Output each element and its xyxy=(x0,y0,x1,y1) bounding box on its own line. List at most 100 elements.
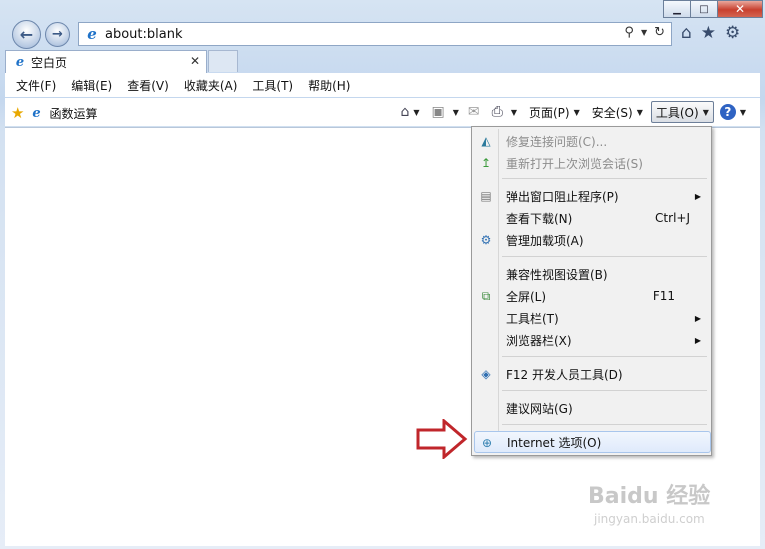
command-bar: ★ e 函数运算 ⌂ ▼ ▣ ▼ ✉ ⎙ ▼ 页面(P) ▼ 安全(S) ▼ 工具(O) ▼… xyxy=(5,98,760,126)
chevron-down-icon: ▼ xyxy=(573,107,580,117)
menu-separator xyxy=(502,256,707,257)
home-button[interactable]: ⌂ ▼ xyxy=(400,104,419,120)
home-icon[interactable]: ⌂ xyxy=(681,23,692,43)
chevron-down-icon: ▼ xyxy=(702,107,709,117)
tools-menu-button[interactable]: 工具(O) ▼ xyxy=(650,101,714,123)
page-label: 页面(P) xyxy=(528,105,570,120)
menu-item-label: F12 开发人员工具(D) xyxy=(506,367,623,382)
chevron-down-icon: ▼ xyxy=(413,107,420,117)
browser-icons: ⌂ ★ ⚙ xyxy=(681,23,740,43)
mail-button[interactable]: ✉ xyxy=(468,104,480,120)
menu-separator xyxy=(502,390,707,391)
safety-menu-button[interactable]: 安全(S) ▼ xyxy=(592,104,643,121)
dropdown-icon[interactable]: ▼ xyxy=(641,28,647,40)
devtools-icon: ◈ xyxy=(481,367,491,381)
printer-icon: ⎙ xyxy=(491,104,503,120)
rss-feed-icon: ▣ xyxy=(431,104,445,120)
help-icon: ? xyxy=(719,104,736,120)
menu-item-label: 浏览器栏(X) xyxy=(506,333,572,348)
help-button[interactable]: ? ▼ xyxy=(719,104,746,120)
menu-item-compat-view[interactable]: 兼容性视图设置(B) xyxy=(474,263,709,285)
menu-item-label: 管理加载项(A) xyxy=(506,233,584,248)
chevron-down-icon: ▼ xyxy=(452,107,459,117)
shortcut-label: Ctrl+J xyxy=(655,211,690,225)
tab-title: 空白页 xyxy=(31,55,68,70)
favorite-link[interactable]: 函数运算 xyxy=(49,105,97,122)
menu-item-label: 修复连接问题(C)... xyxy=(506,134,608,149)
annotation-arrow-icon xyxy=(416,419,468,459)
menu-item-dev-tools[interactable]: ◈ F12 开发人员工具(D) xyxy=(474,363,709,385)
menu-item-fix-connection[interactable]: ◭ 修复连接问题(C)... xyxy=(474,130,709,152)
menu-item-label: 全屏(L) xyxy=(506,289,547,304)
add-favorite-star-icon[interactable]: ★ xyxy=(11,104,24,122)
print-button[interactable]: ⎙ ▼ xyxy=(492,104,517,120)
tools-label: 工具(O) xyxy=(655,105,699,120)
tab-close-icon[interactable]: ✕ xyxy=(190,54,200,68)
menu-item-fullscreen[interactable]: ⧉ 全屏(L) F11 xyxy=(474,285,709,307)
new-tab-button[interactable] xyxy=(208,50,238,72)
submenu-arrow-icon: ▶ xyxy=(694,335,701,345)
submenu-arrow-icon: ▶ xyxy=(694,191,701,201)
menu-item-explorer-bars[interactable]: 浏览器栏(X) ▶ xyxy=(474,329,709,351)
search-icon[interactable]: ⚲ xyxy=(624,25,634,40)
maximize-icon: □ xyxy=(699,3,709,15)
menu-item-label: 弹出窗口阻止程序(P) xyxy=(506,189,619,204)
submenu-arrow-icon: ▶ xyxy=(694,313,701,323)
menu-item-toolbars[interactable]: 工具栏(T) ▶ xyxy=(474,307,709,329)
chevron-down-icon: ▼ xyxy=(636,107,643,117)
menu-item-manage-addons[interactable]: ⚙ 管理加载项(A) xyxy=(474,229,709,251)
reopen-icon: ↥ xyxy=(480,156,492,170)
watermark-url: jingyan.baidu.com xyxy=(594,512,705,526)
address-text[interactable]: about:blank xyxy=(105,27,183,42)
menu-file[interactable]: 文件(F) xyxy=(16,77,56,94)
menu-separator xyxy=(502,356,707,357)
page-menu-button[interactable]: 页面(P) ▼ xyxy=(529,104,580,121)
menu-item-label: 工具栏(T) xyxy=(506,311,559,326)
menu-edit[interactable]: 编辑(E) xyxy=(71,77,112,94)
internet-options-icon: ⊕ xyxy=(481,436,493,450)
menu-separator xyxy=(502,178,707,179)
tab-strip: e 空白页 ✕ xyxy=(0,50,765,73)
maximize-button[interactable]: □ xyxy=(690,0,718,18)
menu-item-label: 重新打开上次浏览会话(S) xyxy=(506,156,643,171)
addons-icon: ⚙ xyxy=(480,233,492,247)
shortcut-label: F11 xyxy=(652,289,675,303)
close-window-button[interactable]: ✕ xyxy=(717,0,763,18)
menu-help[interactable]: 帮助(H) xyxy=(308,77,350,94)
chevron-down-icon: ▼ xyxy=(739,107,746,117)
menu-favorites[interactable]: 收藏夹(A) xyxy=(184,77,238,94)
minimize-icon: ▁ xyxy=(673,3,681,15)
window-controls: ▁ □ ✕ xyxy=(663,0,763,18)
feeds-button[interactable]: ▣ ▼ xyxy=(431,104,458,120)
refresh-icon[interactable]: ↻ xyxy=(654,25,665,40)
home-icon: ⌂ xyxy=(400,104,410,120)
menu-tools[interactable]: 工具(T) xyxy=(252,77,293,94)
menu-item-view-downloads[interactable]: 查看下载(N) Ctrl+J xyxy=(474,207,709,229)
menu-item-reopen-session[interactable]: ↥ 重新打开上次浏览会话(S) xyxy=(474,152,709,174)
menu-view[interactable]: 查看(V) xyxy=(127,77,169,94)
watermark-logo: Baidu 经验 xyxy=(588,484,711,509)
menu-item-internet-options[interactable]: ⊕ Internet 选项(O) xyxy=(474,431,711,453)
minimize-button[interactable]: ▁ xyxy=(663,0,691,18)
back-button[interactable]: ← xyxy=(12,20,41,49)
menu-item-popup-blocker[interactable]: ▤ 弹出窗口阻止程序(P) ▶ xyxy=(474,185,709,207)
address-tools: ⚲ ▼ ↻ xyxy=(624,25,665,40)
forward-arrow-icon: → xyxy=(52,27,63,42)
favorites-bar: ★ e 函数运算 xyxy=(11,104,97,122)
menu-item-label: Internet 选项(O) xyxy=(507,435,602,450)
address-bar[interactable]: e about:blank ⚲ ▼ ↻ xyxy=(78,22,672,46)
favorites-star-icon[interactable]: ★ xyxy=(701,23,716,43)
repair-icon: ◭ xyxy=(481,134,491,148)
menu-item-label: 查看下载(N) xyxy=(506,211,573,226)
ie-tab-icon: e xyxy=(15,54,25,70)
close-icon: ✕ xyxy=(734,2,746,16)
gear-icon[interactable]: ⚙ xyxy=(725,23,740,43)
fullscreen-icon: ⧉ xyxy=(481,288,491,303)
menu-item-label: 兼容性视图设置(B) xyxy=(506,267,608,282)
menu-item-suggested-sites[interactable]: 建议网站(G) xyxy=(474,397,709,419)
forward-button[interactable]: → xyxy=(45,22,70,47)
menu-separator xyxy=(502,424,707,425)
tab-blank-page[interactable]: e 空白页 ✕ xyxy=(5,50,207,73)
mail-icon: ✉ xyxy=(467,104,480,120)
browser-window: ▁ □ ✕ ← → e about:blank ⚲ ▼ ↻ ⌂ ★ ⚙ e 空白… xyxy=(0,0,765,549)
